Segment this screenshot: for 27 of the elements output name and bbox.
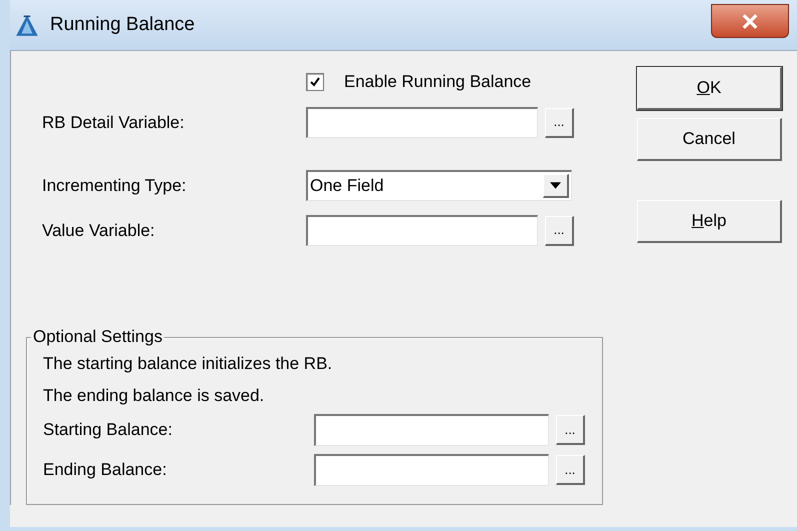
group-title: Optional Settings — [31, 327, 164, 347]
field-label: Incrementing Type: — [41, 176, 188, 196]
checkbox-label: Enable Running Balance — [344, 72, 532, 92]
dialog-button[interactable]: Help — [637, 200, 782, 243]
input-field[interactable] — [314, 454, 549, 486]
note-text: The starting balance initializes the RB. — [42, 354, 334, 374]
browse-button[interactable]: ... — [556, 415, 585, 445]
dialog-button[interactable]: OK — [637, 67, 782, 110]
browse-button[interactable]: ... — [545, 108, 574, 138]
field-label: RB Detail Variable: — [41, 112, 186, 132]
browse-button[interactable]: ... — [545, 216, 574, 246]
dropdown[interactable]: One Field — [306, 170, 572, 201]
caret-icon — [550, 182, 561, 189]
input-field[interactable] — [314, 414, 549, 446]
window-title: Running Balance — [50, 14, 195, 36]
close-button[interactable] — [711, 4, 789, 38]
input-field[interactable] — [306, 215, 538, 246]
close-icon — [741, 14, 759, 28]
note-text: The ending balance is saved. — [42, 386, 266, 406]
checkbox[interactable] — [306, 73, 324, 91]
input-field[interactable] — [306, 107, 538, 138]
field-label: Ending Balance: — [42, 460, 168, 480]
checkmark-icon — [309, 76, 321, 88]
dialog-button[interactable]: Cancel — [637, 118, 782, 161]
field-label: Starting Balance: — [42, 420, 174, 440]
browse-button[interactable]: ... — [556, 455, 585, 485]
field-label: Value Variable: — [41, 220, 156, 240]
